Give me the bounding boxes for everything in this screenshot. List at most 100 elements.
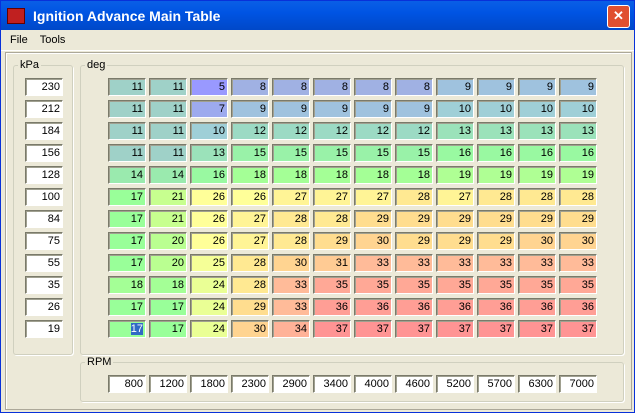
table-cell[interactable]: 11 — [108, 78, 146, 96]
rpm-cell[interactable]: 3400 — [313, 375, 351, 393]
kpa-cell[interactable]: 35 — [25, 276, 63, 294]
table-cell[interactable]: 11 — [108, 144, 146, 162]
table-cell[interactable]: 30 — [518, 232, 556, 250]
table-cell[interactable]: 29 — [436, 232, 474, 250]
table-cell[interactable]: 18 — [108, 276, 146, 294]
table-cell[interactable]: 5 — [190, 78, 228, 96]
table-cell[interactable]: 9 — [313, 100, 351, 118]
table-cell[interactable]: 35 — [559, 276, 597, 294]
table-cell[interactable]: 12 — [354, 122, 392, 140]
table-cell[interactable]: 28 — [231, 254, 269, 272]
table-cell[interactable]: 15 — [354, 144, 392, 162]
table-cell[interactable]: 13 — [190, 144, 228, 162]
table-cell[interactable]: 13 — [559, 122, 597, 140]
table-cell[interactable]: 37 — [313, 320, 351, 338]
table-cell[interactable]: 24 — [190, 298, 228, 316]
rpm-cell[interactable]: 4600 — [395, 375, 433, 393]
table-cell[interactable]: 17 — [108, 232, 146, 250]
table-cell[interactable]: 33 — [272, 276, 310, 294]
table-cell[interactable]: 27 — [436, 188, 474, 206]
table-cell[interactable]: 12 — [395, 122, 433, 140]
table-cell[interactable]: 34 — [272, 320, 310, 338]
rpm-cell[interactable]: 2900 — [272, 375, 310, 393]
table-cell[interactable]: 18 — [272, 166, 310, 184]
table-cell[interactable]: 37 — [477, 320, 515, 338]
table-cell[interactable]: 15 — [395, 144, 433, 162]
table-cell[interactable]: 29 — [354, 210, 392, 228]
table-cell[interactable]: 8 — [354, 78, 392, 96]
table-cell[interactable]: 14 — [108, 166, 146, 184]
table-cell[interactable]: 16 — [477, 144, 515, 162]
table-cell[interactable]: 9 — [559, 78, 597, 96]
table-cell[interactable]: 21 — [149, 188, 187, 206]
table-cell[interactable]: 33 — [272, 298, 310, 316]
table-cell[interactable]: 35 — [477, 276, 515, 294]
kpa-cell[interactable]: 156 — [25, 144, 63, 162]
kpa-cell[interactable]: 84 — [25, 210, 63, 228]
table-cell[interactable]: 24 — [190, 276, 228, 294]
table-cell[interactable]: 29 — [231, 298, 269, 316]
rpm-cell[interactable]: 2300 — [231, 375, 269, 393]
table-cell[interactable]: 12 — [231, 122, 269, 140]
table-cell[interactable]: 36 — [436, 298, 474, 316]
rpm-cell[interactable]: 6300 — [518, 375, 556, 393]
rpm-cell[interactable]: 7000 — [559, 375, 597, 393]
table-cell[interactable]: 12 — [272, 122, 310, 140]
table-cell[interactable]: 17 — [108, 298, 146, 316]
table-cell[interactable]: 29 — [313, 232, 351, 250]
table-cell[interactable]: 16 — [559, 144, 597, 162]
table-cell[interactable]: 21 — [149, 210, 187, 228]
table-cell[interactable]: 30 — [231, 320, 269, 338]
table-cell[interactable]: 29 — [518, 210, 556, 228]
table-cell[interactable]: 36 — [518, 298, 556, 316]
table-cell[interactable]: 29 — [395, 210, 433, 228]
table-cell[interactable]: 9 — [354, 100, 392, 118]
table-cell[interactable]: 26 — [190, 232, 228, 250]
table-cell[interactable]: 17 — [108, 188, 146, 206]
table-cell[interactable]: 35 — [313, 276, 351, 294]
kpa-cell[interactable]: 230 — [25, 78, 63, 96]
table-cell[interactable]: 36 — [395, 298, 433, 316]
table-cell[interactable]: 9 — [477, 78, 515, 96]
table-cell[interactable]: 30 — [354, 232, 392, 250]
kpa-cell[interactable]: 128 — [25, 166, 63, 184]
table-cell[interactable]: 37 — [354, 320, 392, 338]
table-cell[interactable]: 27 — [272, 188, 310, 206]
rpm-cell[interactable]: 800 — [108, 375, 146, 393]
table-cell[interactable]: 33 — [395, 254, 433, 272]
rpm-cell[interactable]: 1800 — [190, 375, 228, 393]
table-cell[interactable]: 29 — [477, 232, 515, 250]
rpm-cell[interactable]: 1200 — [149, 375, 187, 393]
table-cell[interactable]: 28 — [272, 210, 310, 228]
table-cell[interactable]: 16 — [190, 166, 228, 184]
table-cell[interactable]: 29 — [395, 232, 433, 250]
table-cell[interactable]: 28 — [395, 188, 433, 206]
table-cell[interactable]: 35 — [354, 276, 392, 294]
table-cell[interactable]: 26 — [190, 188, 228, 206]
table-cell[interactable]: 20 — [149, 254, 187, 272]
table-cell[interactable]: 35 — [518, 276, 556, 294]
table-cell[interactable]: 13 — [436, 122, 474, 140]
table-cell[interactable]: 36 — [354, 298, 392, 316]
table-cell[interactable]: 11 — [149, 78, 187, 96]
table-cell[interactable]: 37 — [559, 320, 597, 338]
table-cell[interactable]: 11 — [149, 100, 187, 118]
table-cell[interactable]: 10 — [436, 100, 474, 118]
table-cell[interactable]: 17 — [108, 210, 146, 228]
menu-tools[interactable]: Tools — [34, 34, 72, 46]
table-cell[interactable]: 15 — [313, 144, 351, 162]
kpa-cell[interactable]: 26 — [25, 298, 63, 316]
table-cell[interactable]: 17 — [149, 320, 187, 338]
table-cell[interactable]: 24 — [190, 320, 228, 338]
table-cell[interactable]: 15 — [231, 144, 269, 162]
table-cell[interactable]: 10 — [477, 100, 515, 118]
table-cell[interactable]: 28 — [559, 188, 597, 206]
table-cell[interactable]: 35 — [395, 276, 433, 294]
table-cell[interactable]: 12 — [313, 122, 351, 140]
table-cell[interactable]: 31 — [313, 254, 351, 272]
kpa-cell[interactable]: 184 — [25, 122, 63, 140]
rpm-cell[interactable]: 4000 — [354, 375, 392, 393]
table-cell[interactable]: 33 — [477, 254, 515, 272]
table-cell[interactable]: 33 — [518, 254, 556, 272]
table-cell[interactable]: 27 — [231, 210, 269, 228]
